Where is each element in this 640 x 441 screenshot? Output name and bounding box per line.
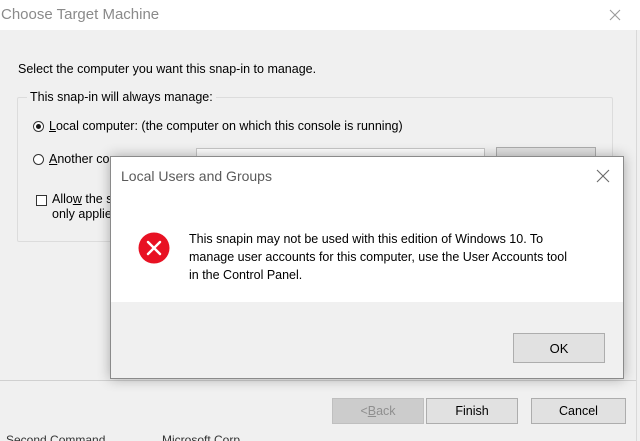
local-computer-option[interactable]: Local computer: (the computer on which t…	[33, 119, 403, 133]
groupbox-label: This snap-in will always manage:	[27, 90, 216, 104]
allow-change-option[interactable]: Allow the s only applie	[36, 192, 112, 222]
local-users-groups-dialog: Local Users and Groups This snapin may n…	[110, 156, 624, 379]
local-computer-radio[interactable]	[33, 120, 44, 132]
background-text-right: Microsoft Corp	[162, 433, 241, 441]
allow-change-label: Allow the s only applie	[52, 192, 113, 221]
wizard-separator	[0, 380, 636, 381]
error-icon	[138, 232, 170, 264]
another-computer-label: Another co	[49, 152, 110, 166]
window-titlebar: Choose Target Machine	[0, 0, 640, 30]
message-line: manage user accounts for this computer, …	[189, 250, 567, 264]
close-icon[interactable]	[595, 168, 611, 184]
cancel-button[interactable]: Cancel	[531, 398, 626, 424]
another-computer-radio[interactable]	[33, 153, 44, 165]
dialog-title: Local Users and Groups	[121, 168, 272, 184]
dialog-footer: OK	[111, 302, 623, 378]
window-title: Choose Target Machine	[1, 6, 160, 23]
message-line: This snapin may not be used with this ed…	[189, 232, 544, 246]
dialog-message: This snapin may not be used with this ed…	[189, 230, 599, 284]
allow-change-checkbox[interactable]	[36, 195, 47, 206]
message-line: in the Control Panel.	[189, 268, 303, 282]
finish-button[interactable]: Finish	[426, 398, 518, 424]
back-button[interactable]: < Back	[332, 398, 424, 424]
another-computer-option[interactable]: Another co	[33, 152, 109, 166]
ok-button[interactable]: OK	[513, 333, 605, 363]
background-text-left: Second Command	[6, 433, 106, 441]
close-icon[interactable]	[606, 6, 624, 24]
window-edge	[636, 30, 640, 441]
screen: Choose Target Machine Select the compute…	[0, 0, 640, 441]
local-computer-label: Local computer: (the computer on which t…	[49, 119, 403, 133]
instruction-text: Select the computer you want this snap-i…	[18, 62, 317, 76]
